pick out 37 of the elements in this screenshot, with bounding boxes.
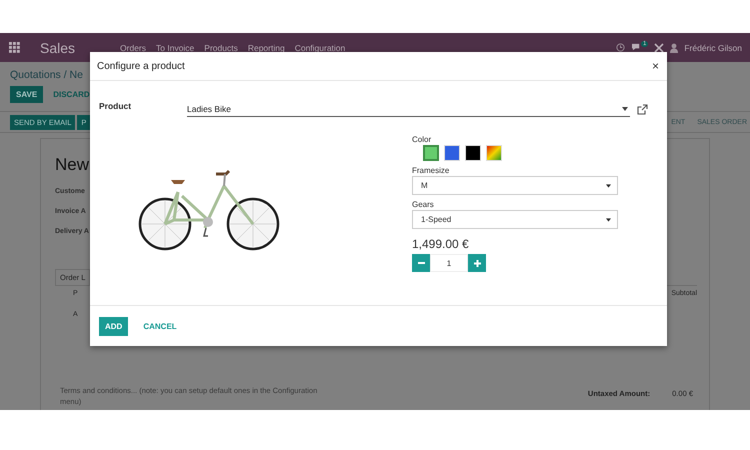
color-swatch[interactable] (423, 145, 439, 161)
quantity-input[interactable]: 1 (430, 254, 468, 272)
record-title: New (55, 155, 90, 175)
menu-item[interactable]: Orders (120, 42, 146, 52)
breadcrumb: Quotations / Ne (10, 69, 83, 81)
attribute-select[interactable]: M (412, 176, 618, 195)
field-label: Product (99, 101, 132, 111)
product-field[interactable]: Ladies Bike (187, 101, 630, 117)
caret-icon (606, 218, 611, 222)
attribute-select[interactable]: 1-Speed (412, 210, 618, 229)
user-menu[interactable]: Frédéric Gilson (684, 42, 742, 52)
cancel-button[interactable]: CANCEL (137, 316, 183, 336)
menu-item[interactable]: Products (204, 42, 238, 52)
decrease-button[interactable] (412, 254, 430, 272)
caret-icon (606, 184, 611, 188)
menu-item[interactable]: To Invoice (156, 42, 194, 52)
user-icon (670, 42, 678, 52)
multicolor-swatch[interactable] (486, 145, 502, 161)
caret-icon (622, 106, 628, 110)
price: 1,499.00 € (412, 237, 469, 251)
menu-item[interactable]: Configuration (294, 42, 346, 52)
save-button[interactable]: SAVE (10, 86, 44, 103)
external-link-icon[interactable] (637, 104, 648, 114)
increase-button[interactable] (468, 254, 486, 272)
close-button[interactable]: × (650, 59, 661, 73)
dialog-title: Configure a product (97, 60, 185, 72)
app-name[interactable]: Sales (40, 40, 76, 56)
menu-item[interactable]: Reporting (248, 42, 285, 52)
plus-icon (474, 260, 480, 266)
tools-icon[interactable] (654, 42, 664, 52)
clock-icon[interactable] (616, 43, 626, 52)
apps-menu-icon[interactable] (9, 42, 20, 53)
attribute-label: Color (412, 135, 432, 144)
attribute-label: Framesize (412, 166, 450, 175)
add-button[interactable]: ADD (99, 316, 128, 336)
minus-icon (418, 262, 424, 264)
attribute-label: Gears (412, 200, 434, 209)
